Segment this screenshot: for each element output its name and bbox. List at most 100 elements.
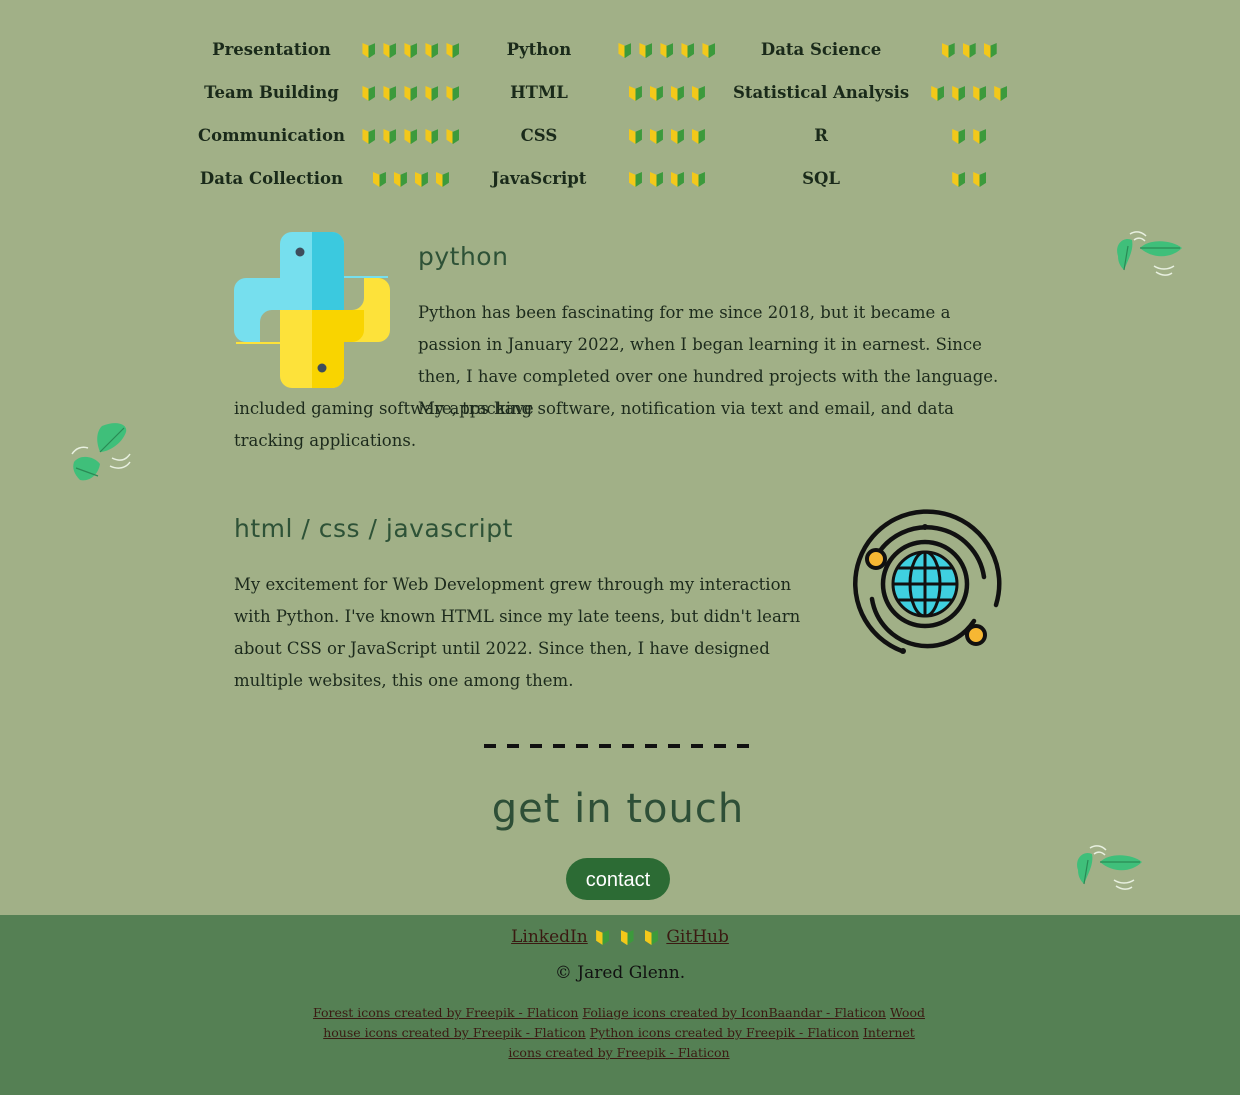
beginner-mark-icon: [372, 172, 386, 187]
python-description-continued: included gaming software, tracking softw…: [234, 399, 954, 450]
beginner-mark-icon: [446, 43, 460, 58]
skills-row: Team Building HTML Statistical Analysis: [198, 71, 1029, 114]
separator-icons: [593, 927, 666, 947]
skill-level: [909, 28, 1029, 71]
beginner-mark-icon: [670, 86, 684, 101]
skill-level: [345, 28, 477, 71]
skill-level: [601, 114, 733, 157]
beginner-mark-icon: [383, 129, 397, 144]
beginner-mark-icon: [362, 43, 376, 58]
beginner-mark-icon: [383, 43, 397, 58]
beginner-mark-icon: [383, 86, 397, 101]
linkedin-link[interactable]: LinkedIn: [511, 927, 588, 947]
footer: LinkedIn GitHub © Jared Glenn. Forest ic…: [0, 915, 1240, 1095]
skill-name: Statistical Analysis: [732, 83, 910, 102]
beginner-mark-icon: [425, 43, 439, 58]
beginner-mark-icon: [941, 43, 955, 58]
skill-level: [345, 157, 477, 200]
skill-name: Team Building: [204, 83, 339, 102]
beginner-mark-icon: [404, 129, 418, 144]
beginner-mark-icon: [362, 129, 376, 144]
skill-level: [601, 71, 733, 114]
beginner-mark-icon: [952, 172, 966, 187]
skill-level: [601, 28, 733, 71]
beginner-mark-icon: [393, 172, 407, 187]
beginner-mark-icon: [952, 129, 966, 144]
section-divider: [484, 744, 754, 748]
beginner-mark-icon: [446, 129, 460, 144]
skill-level: [601, 157, 733, 200]
leaves-icon: [1117, 231, 1182, 276]
beginner-mark-icon: [649, 172, 663, 187]
beginner-mark-icon: [691, 172, 705, 187]
beginner-mark-icon: [973, 129, 987, 144]
beginner-mark-icon: [681, 43, 695, 58]
skill-name: R: [814, 126, 828, 145]
beginner-mark-icon: [952, 86, 966, 101]
beginner-mark-icon: [649, 86, 663, 101]
beginner-mark-icon: [691, 129, 705, 144]
web-section-title: html / css / javascript: [234, 514, 513, 543]
skill-name: Data Science: [760, 40, 882, 59]
beginner-mark-icon: [691, 86, 705, 101]
beginner-mark-icon: [620, 930, 634, 945]
contact-button[interactable]: contact: [566, 858, 670, 900]
leaves-icon: [1077, 845, 1142, 890]
skill-name: Data Collection: [199, 169, 344, 188]
skill-name: JavaScript: [491, 169, 587, 188]
beginner-mark-icon: [414, 172, 428, 187]
beginner-mark-icon: [628, 172, 642, 187]
beginner-mark-icon: [596, 930, 610, 945]
skill-level: [909, 114, 1029, 157]
python-section-title: python: [418, 242, 509, 271]
beginner-mark-icon: [425, 129, 439, 144]
github-link[interactable]: GitHub: [666, 927, 729, 947]
skill-level: [909, 157, 1029, 200]
beginner-mark-icon: [639, 43, 653, 58]
get-in-touch-heading: get in touch: [491, 786, 745, 832]
skill-name: SQL: [802, 169, 841, 188]
beginner-mark-icon: [670, 129, 684, 144]
beginner-mark-icon: [994, 86, 1008, 101]
beginner-mark-icon: [404, 86, 418, 101]
skills-row: Presentation Python Data Science: [198, 28, 1029, 71]
credit-link-forest[interactable]: Forest icons created by Freepik - Flatic…: [313, 1005, 578, 1020]
skills-table: Presentation Python Data Science Team Build…: [198, 28, 1029, 200]
skill-name: HTML: [510, 83, 568, 102]
beginner-mark-icon: [670, 172, 684, 187]
skill-level: [909, 71, 1029, 114]
beginner-mark-icon: [644, 930, 658, 945]
beginner-mark-icon: [931, 86, 945, 101]
web-description: My excitement for Web Development grew t…: [234, 575, 801, 690]
skill-level: [345, 71, 477, 114]
beginner-mark-icon: [649, 129, 663, 144]
python-logo-icon: [234, 232, 390, 388]
beginner-mark-icon: [404, 43, 418, 58]
beginner-mark-icon: [628, 129, 642, 144]
skills-row: Data Collection JavaScript SQL: [198, 157, 1029, 200]
beginner-mark-icon: [973, 86, 987, 101]
beginner-mark-icon: [446, 86, 460, 101]
beginner-mark-icon: [702, 43, 716, 58]
beginner-mark-icon: [435, 172, 449, 187]
leaves-icon: [71, 423, 131, 481]
beginner-mark-icon: [973, 172, 987, 187]
skill-name: Communication: [198, 126, 345, 145]
beginner-mark-icon: [660, 43, 674, 58]
credit-link-foliage[interactable]: Foliage icons created by IconBaandar - F…: [582, 1005, 886, 1020]
icon-credits: Forest icons created by Freepik - Flatic…: [305, 1003, 933, 1063]
skill-name: CSS: [520, 126, 558, 145]
beginner-mark-icon: [962, 43, 976, 58]
copyright: © Jared Glenn.: [554, 963, 686, 983]
skills-row: Communication CSS R: [198, 114, 1029, 157]
internet-globe-icon: [853, 509, 1002, 654]
beginner-mark-icon: [983, 43, 997, 58]
social-links: LinkedIn GitHub: [0, 927, 1240, 947]
skill-level: [345, 114, 477, 157]
beginner-mark-icon: [425, 86, 439, 101]
beginner-mark-icon: [628, 86, 642, 101]
credit-link-python[interactable]: Python icons created by Freepik - Flatic…: [590, 1025, 859, 1040]
beginner-mark-icon: [618, 43, 632, 58]
skill-name: Python: [506, 40, 572, 59]
beginner-mark-icon: [362, 86, 376, 101]
